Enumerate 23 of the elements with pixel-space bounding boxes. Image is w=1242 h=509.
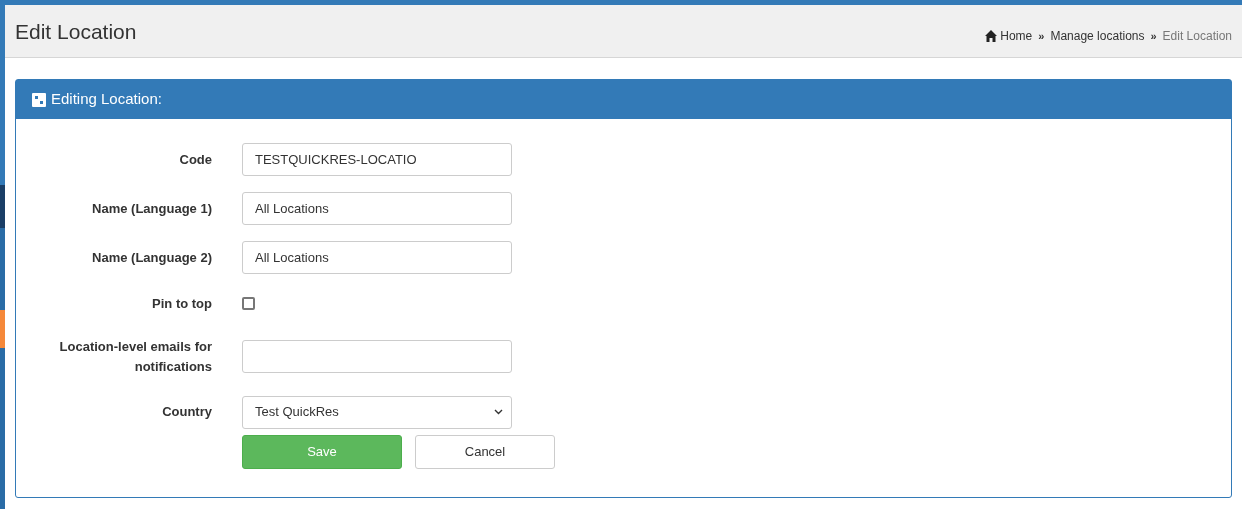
dice-icon — [32, 92, 46, 107]
cancel-button[interactable]: Cancel — [415, 435, 555, 469]
breadcrumb-separator: » — [1150, 28, 1157, 44]
text-field[interactable]: TESTQUICKRES-LOCATIO — [242, 143, 512, 176]
checkbox[interactable] — [242, 297, 255, 310]
current-page-label: Edit Location — [1162, 28, 1232, 45]
breadcrumb-link[interactable]: Manage locations — [1050, 27, 1145, 45]
text-field[interactable]: All Locations — [242, 192, 512, 225]
breadcrumb-link[interactable]: Home — [1000, 27, 1033, 45]
country-select[interactable]: Test QuickRes — [242, 395, 512, 429]
text-field[interactable]: All Locations — [242, 241, 512, 274]
page-title: Edit Location — [15, 20, 137, 42]
breadcrumb-separator: » — [1038, 28, 1045, 44]
panel-title: Editing Location: — [51, 89, 162, 110]
field-label: Location-level emails for notifications — [58, 337, 212, 376]
field-label: Name (Language 1) — [91, 199, 212, 218]
home-icon — [985, 30, 998, 42]
field-label: Country — [161, 403, 212, 421]
field-label: Pin to top — [151, 294, 212, 313]
field-label: Code — [178, 150, 212, 169]
chevron-down-icon — [494, 409, 503, 415]
text-field[interactable] — [242, 340, 512, 373]
field-label: Name (Language 2) — [91, 248, 212, 267]
